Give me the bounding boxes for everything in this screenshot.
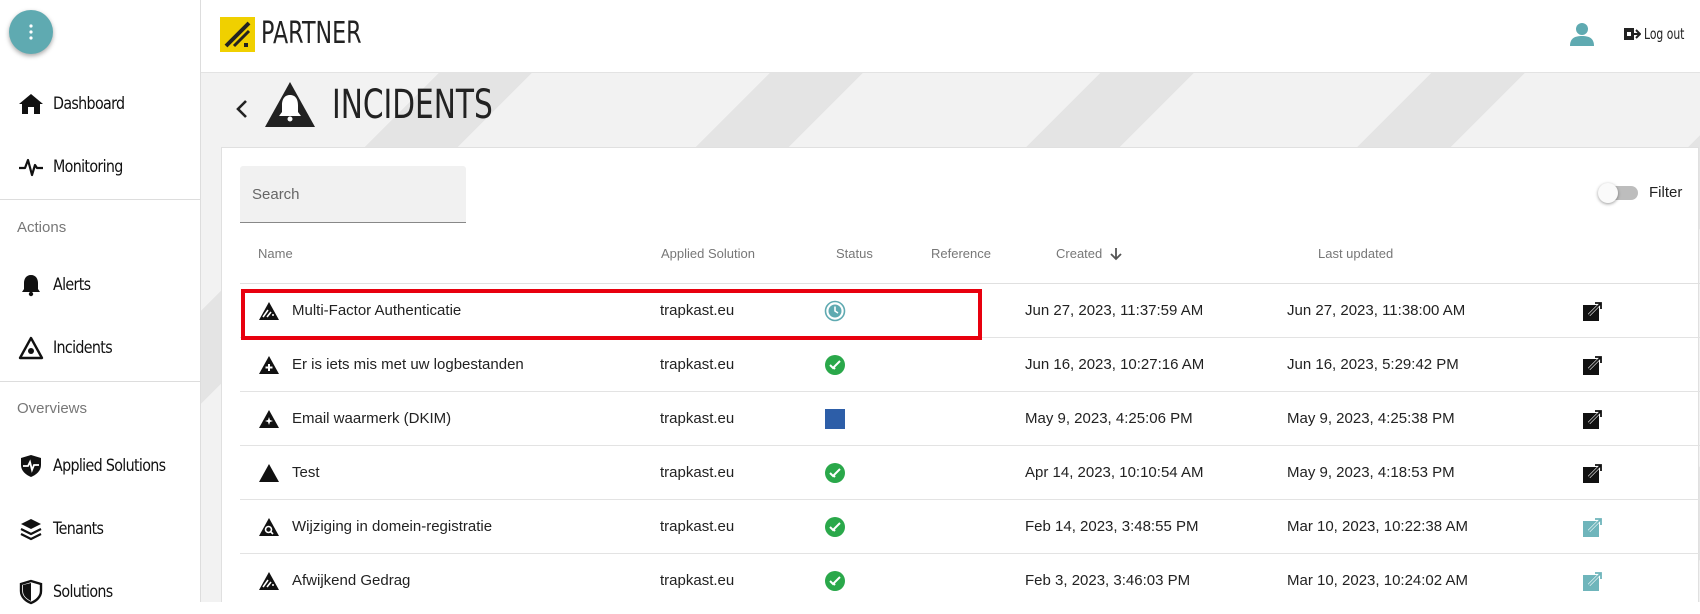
kebab-menu-icon xyxy=(29,24,33,40)
menu-button[interactable] xyxy=(9,10,53,54)
user-icon xyxy=(1570,23,1594,46)
sidebar-divider xyxy=(0,199,200,200)
last-updated-cell: Jun 27, 2023, 11:38:00 AM xyxy=(1287,302,1466,319)
column-header-created[interactable]: Created xyxy=(1056,246,1102,261)
incident-slash-icon xyxy=(258,554,280,602)
shield-icon xyxy=(18,579,44,605)
section-title-overviews: Overviews xyxy=(17,400,88,417)
open-external-icon[interactable] xyxy=(1582,284,1604,337)
toggle-track[interactable] xyxy=(1598,182,1638,203)
logout-button[interactable]: Log out xyxy=(1623,25,1700,43)
row-highlight-box xyxy=(241,289,982,340)
bell-icon xyxy=(18,272,44,298)
chevron-left-icon xyxy=(236,100,247,118)
created-cell: Feb 3, 2023, 3:46:03 PM xyxy=(1025,572,1191,589)
partner-logo-icon[interactable] xyxy=(220,17,255,52)
incident-solid-icon xyxy=(258,446,280,499)
open-external-icon[interactable] xyxy=(1582,392,1604,445)
column-header-applied-solution[interactable]: Applied Solution xyxy=(661,246,755,261)
sidebar-item-tenants[interactable]: Tenants xyxy=(0,507,200,551)
sidebar-item-label: Alerts xyxy=(53,275,91,295)
created-cell: Jun 16, 2023, 10:27:16 AM xyxy=(1025,356,1205,373)
created-cell: Apr 14, 2023, 10:10:54 AM xyxy=(1025,464,1204,481)
sidebar-item-label: Solutions xyxy=(53,582,113,602)
search-box xyxy=(240,166,466,223)
created-cell: Jun 27, 2023, 11:37:59 AM xyxy=(1025,302,1204,319)
section-title-actions: Actions xyxy=(17,219,67,236)
applied-solution-cell: trapkast.eu xyxy=(660,572,735,589)
brand-name: PARTNER xyxy=(261,16,362,51)
toggle-knob[interactable] xyxy=(1598,182,1618,203)
open-external-icon[interactable] xyxy=(1582,446,1604,499)
created-cell: May 9, 2023, 4:25:06 PM xyxy=(1025,410,1193,427)
incident-name[interactable]: Email waarmerk (DKIM) xyxy=(292,392,451,445)
top-bar: PARTNER Log out xyxy=(201,0,1700,73)
table-row[interactable]: Wijziging in domein-registratie trapkast.… xyxy=(240,500,1700,554)
column-header-reference[interactable]: Reference xyxy=(931,246,991,261)
search-input[interactable] xyxy=(240,166,466,222)
last-updated-cell: Mar 10, 2023, 10:24:02 AM xyxy=(1287,572,1468,589)
shield-pulse-icon xyxy=(18,453,44,479)
home-icon xyxy=(18,91,44,117)
incident-name[interactable]: Afwijkend Gedrag xyxy=(292,554,410,602)
created-cell: Feb 14, 2023, 3:48:55 PM xyxy=(1025,518,1199,535)
sidebar-item-incidents[interactable]: Incidents xyxy=(0,326,200,370)
column-header-status[interactable]: Status xyxy=(836,246,873,261)
sidebar-item-monitoring[interactable]: Monitoring xyxy=(0,145,200,189)
applied-solution-cell: trapkast.eu xyxy=(660,356,735,373)
applied-solution-cell: trapkast.eu xyxy=(660,410,735,427)
incidents-card: Filter Name Applied Solution Status Refe… xyxy=(221,147,1700,602)
arrow-down-icon xyxy=(1110,247,1122,260)
table-row[interactable]: Test trapkast.eu Apr 14, 2023, 10:10:54 AM… xyxy=(240,446,1700,500)
pulse-icon xyxy=(18,154,44,180)
sidebar-item-label: Applied Solutions xyxy=(53,456,166,476)
table-row[interactable]: Er is iets mis met uw logbestanden trapka… xyxy=(240,338,1700,392)
sidebar-item-applied-solutions[interactable]: Applied Solutions xyxy=(0,444,200,488)
last-updated-cell: May 9, 2023, 4:18:53 PM xyxy=(1287,464,1455,481)
back-button[interactable] xyxy=(235,98,249,125)
open-external-icon[interactable] xyxy=(1582,500,1604,553)
sidebar: Dashboard Monitoring Actions Alerts Inci… xyxy=(0,0,201,605)
status-resolved-icon xyxy=(824,500,846,553)
column-header-last-updated[interactable]: Last updated xyxy=(1318,246,1393,261)
open-external-icon[interactable] xyxy=(1582,338,1604,391)
incident-name[interactable]: Wijziging in domein-registratie xyxy=(292,500,492,553)
page-title: INCIDENTS xyxy=(332,82,493,128)
logout-icon xyxy=(1624,28,1641,40)
status-resolved-icon xyxy=(824,338,846,391)
user-account-button[interactable] xyxy=(1569,21,1595,52)
filter-label: Filter xyxy=(1649,184,1683,201)
status-resolved-icon xyxy=(824,446,846,499)
warning-triangle-icon xyxy=(18,335,44,361)
last-updated-cell: May 9, 2023, 4:25:38 PM xyxy=(1287,410,1455,427)
incidents-bell-icon xyxy=(263,80,317,135)
open-external-icon[interactable] xyxy=(1582,554,1604,602)
filter-toggle[interactable]: Filter xyxy=(1598,182,1683,203)
sidebar-item-dashboard[interactable]: Dashboard xyxy=(0,82,200,126)
logout-label: Log out xyxy=(1644,25,1685,43)
last-updated-cell: Jun 16, 2023, 5:29:42 PM xyxy=(1287,356,1459,373)
status-resolved-icon xyxy=(824,554,846,602)
sidebar-item-alerts[interactable]: Alerts xyxy=(0,263,200,307)
incident-sparkle-icon xyxy=(258,392,280,445)
column-header-name[interactable]: Name xyxy=(258,246,293,261)
status-new-icon xyxy=(824,392,846,445)
table-row[interactable]: Afwijkend Gedrag trapkast.eu Feb 3, 2023, … xyxy=(240,554,1700,602)
sidebar-item-label: Incidents xyxy=(53,338,113,358)
applied-solution-cell: trapkast.eu xyxy=(660,464,735,481)
sidebar-item-solutions[interactable]: Solutions xyxy=(0,570,200,614)
last-updated-cell: Mar 10, 2023, 10:22:38 AM xyxy=(1287,518,1468,535)
table-row[interactable]: Email waarmerk (DKIM) trapkast.eu May 9, 2… xyxy=(240,392,1700,446)
incident-plus-icon xyxy=(258,338,280,391)
sidebar-divider xyxy=(0,381,200,382)
incident-name[interactable]: Test xyxy=(292,446,320,499)
incident-search-icon xyxy=(258,500,280,553)
column-header-created-wrap[interactable]: Created xyxy=(1056,246,1122,261)
sidebar-item-label: Dashboard xyxy=(53,94,125,114)
sidebar-item-label: Tenants xyxy=(53,519,104,539)
layers-icon xyxy=(18,516,44,542)
applied-solution-cell: trapkast.eu xyxy=(660,518,735,535)
sidebar-item-label: Monitoring xyxy=(53,157,123,177)
incident-name[interactable]: Er is iets mis met uw logbestanden xyxy=(292,338,524,391)
